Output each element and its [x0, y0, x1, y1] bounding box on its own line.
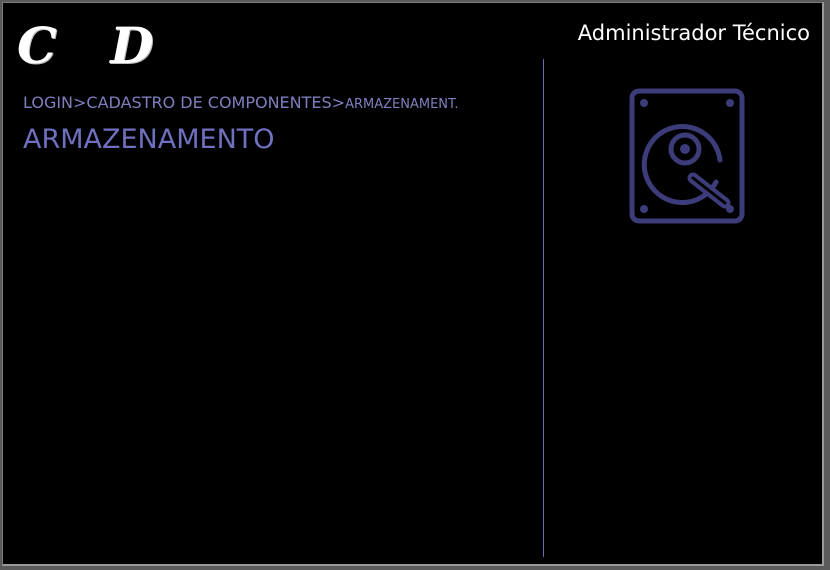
- breadcrumb-path[interactable]: LOGIN>CADASTRO DE COMPONENTES>: [23, 93, 345, 112]
- breadcrumb-current: ARMAZENAMENT.: [345, 97, 459, 112]
- app-window: C D Administrador Técnico LOGIN>CADASTRO…: [2, 2, 824, 566]
- breadcrumb: LOGIN>CADASTRO DE COMPONENTES>ARMAZENAME…: [23, 93, 459, 112]
- page-title: ARMAZENAMENTO: [23, 124, 275, 155]
- vertical-divider: [543, 59, 544, 557]
- user-role-label: Administrador Técnico: [577, 21, 810, 45]
- logo: C D: [17, 16, 172, 75]
- hard-drive-icon: [629, 88, 745, 224]
